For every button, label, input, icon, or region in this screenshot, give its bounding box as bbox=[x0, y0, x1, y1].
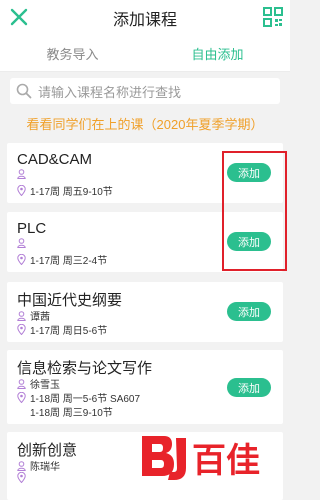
course-name: 创新创意 bbox=[17, 442, 78, 459]
section-hint: 看看同学们在上的课（2020年夏季学期） bbox=[26, 117, 264, 132]
person-icon bbox=[17, 169, 26, 179]
course-teacher-row bbox=[17, 238, 30, 248]
course-name: 中国近代史纲要 bbox=[17, 292, 123, 309]
add-course-button[interactable]: 添加 bbox=[227, 302, 271, 321]
course-schedule-row: 1-17周 周日5-6节 bbox=[17, 322, 107, 337]
tab-import[interactable]: 教务导入 bbox=[0, 36, 145, 71]
search-icon bbox=[16, 83, 32, 99]
course-schedule-row bbox=[17, 472, 30, 483]
course-schedule-row: 1-17周 周五9-10节 bbox=[17, 183, 113, 198]
course-teacher-row: 徐雪玉 bbox=[17, 376, 60, 391]
course-teacher-row: 谭茜 bbox=[17, 308, 50, 323]
person-icon bbox=[17, 238, 26, 248]
course-card[interactable]: 中国近代史纲要 谭茜 1-17周 周日5-6节 添加 bbox=[7, 282, 283, 342]
course-schedule-row: 1-18周 周三9-10节 bbox=[30, 408, 113, 419]
search-placeholder: 请输入课程名称进行查找 bbox=[38, 84, 182, 100]
location-icon bbox=[17, 472, 26, 483]
page-title: 添加课程 bbox=[112, 12, 177, 29]
location-icon bbox=[17, 254, 26, 265]
person-icon bbox=[17, 310, 26, 321]
highlight-box bbox=[222, 151, 287, 271]
location-icon bbox=[17, 185, 26, 196]
search-input[interactable]: 请输入课程名称进行查找 bbox=[10, 78, 280, 104]
course-name: 信息检索与论文写作 bbox=[17, 360, 153, 377]
course-schedule-row: 1-18周 周一5-6节 SA607 bbox=[17, 390, 140, 405]
course-card[interactable]: 信息检索与论文写作 徐雪玉 1-18周 周一5-6节 SA607 1-18周 周… bbox=[7, 350, 283, 424]
course-schedule-row: 1-17周 周三2-4节 bbox=[17, 252, 107, 267]
person-icon bbox=[17, 460, 26, 471]
location-icon bbox=[17, 392, 26, 403]
close-icon[interactable] bbox=[8, 6, 30, 28]
course-name: CAD&CAM bbox=[17, 151, 93, 168]
qr-scan-icon[interactable] bbox=[262, 6, 284, 28]
tab-bar: 教务导入 自由添加 bbox=[0, 36, 290, 72]
location-icon bbox=[17, 324, 26, 335]
tab-free-add[interactable]: 自由添加 bbox=[145, 36, 290, 71]
course-name: PLC bbox=[17, 220, 47, 237]
add-course-button[interactable]: 添加 bbox=[227, 378, 271, 397]
watermark-logo: 百佳 bbox=[142, 436, 260, 481]
course-teacher-row: 陈瑞华 bbox=[17, 458, 60, 473]
watermark-text: 百佳 bbox=[192, 441, 260, 481]
person-icon bbox=[17, 378, 26, 389]
course-teacher-row bbox=[17, 169, 30, 179]
top-bar: 添加课程 bbox=[0, 0, 290, 36]
